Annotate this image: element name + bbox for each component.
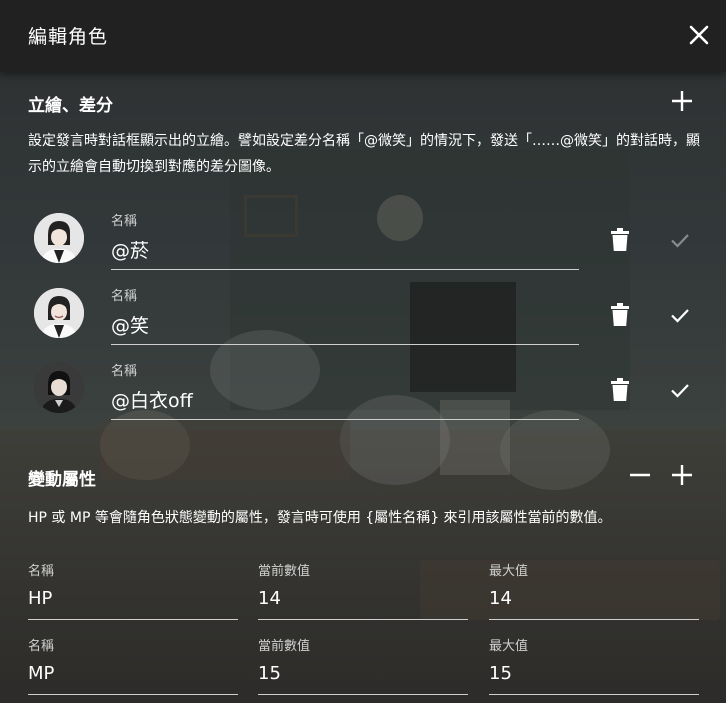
add-attribute-button[interactable]: [669, 462, 695, 488]
attributes-section-title: 變動屬性: [28, 470, 96, 490]
trash-icon: [611, 303, 629, 326]
trash-icon: [611, 378, 629, 401]
plus-icon: [672, 91, 692, 111]
minus-icon: [630, 473, 650, 477]
attribute-max-input[interactable]: 15: [489, 663, 512, 684]
sprite-row: 名稱 @菸: [0, 200, 726, 275]
plus-icon: [672, 465, 692, 485]
confirm-sprite-button[interactable]: [668, 228, 692, 252]
input-underline: [28, 694, 238, 695]
check-icon: [671, 309, 689, 323]
close-icon: [689, 25, 709, 45]
sprite-avatar[interactable]: [34, 213, 84, 263]
attribute-current-input[interactable]: 14: [258, 588, 281, 609]
character-portrait-icon: [34, 363, 84, 413]
attributes-description: HP 或 MP 等會隨角色狀態變動的屬性，發言時可使用 {屬性名稱} 來引用該屬…: [28, 510, 612, 526]
sprite-name-input[interactable]: @菸: [111, 236, 149, 263]
input-underline: [111, 344, 579, 345]
character-portrait-icon: [34, 213, 84, 263]
sprite-name-input[interactable]: @白衣off: [111, 386, 193, 413]
sprite-row: 名稱 @笑: [0, 275, 726, 350]
dialog-title: 編輯角色: [28, 26, 109, 48]
input-underline: [489, 619, 699, 620]
input-underline: [28, 619, 238, 620]
sprite-avatar[interactable]: [34, 363, 84, 413]
dialog-header: 編輯角色: [0, 0, 726, 72]
input-underline: [258, 694, 468, 695]
attribute-name-label: 名稱: [28, 564, 55, 579]
confirm-sprite-button[interactable]: [668, 303, 692, 327]
input-underline: [111, 419, 579, 420]
input-underline: [111, 269, 579, 270]
attribute-max-input[interactable]: 14: [489, 588, 512, 609]
close-button[interactable]: [686, 22, 712, 48]
sprite-name-label: 名稱: [111, 364, 138, 379]
sprite-name-input[interactable]: @笑: [111, 311, 149, 338]
attribute-current-label: 當前數值: [258, 639, 311, 654]
check-icon: [671, 234, 689, 248]
confirm-sprite-button[interactable]: [668, 378, 692, 402]
sprite-row: 名稱 @白衣off: [0, 350, 726, 425]
attribute-name-input[interactable]: MP: [28, 663, 54, 684]
attribute-max-label: 最大值: [489, 639, 529, 654]
sprite-name-label: 名稱: [111, 214, 138, 229]
attribute-max-label: 最大值: [489, 564, 529, 579]
attribute-name-input[interactable]: HP: [28, 588, 52, 609]
attribute-name-label: 名稱: [28, 639, 55, 654]
sprite-name-label: 名稱: [111, 289, 138, 304]
attribute-current-label: 當前數值: [258, 564, 311, 579]
add-sprite-button[interactable]: [669, 88, 695, 114]
check-icon: [671, 384, 689, 398]
delete-sprite-button[interactable]: [610, 378, 630, 402]
character-portrait-icon: [34, 288, 84, 338]
input-underline: [258, 619, 468, 620]
delete-sprite-button[interactable]: [610, 303, 630, 327]
delete-sprite-button[interactable]: [610, 228, 630, 252]
input-underline: [489, 694, 699, 695]
trash-icon: [611, 228, 629, 251]
sprites-description: 設定發言時對話框顯示出的立繪。譬如設定差分名稱「@微笑」的情況下，發送「……@微…: [28, 133, 700, 175]
sprite-avatar[interactable]: [34, 288, 84, 338]
attribute-current-input[interactable]: 15: [258, 663, 281, 684]
remove-attribute-button[interactable]: [627, 462, 653, 488]
sprites-section-title: 立繪、差分: [28, 96, 113, 116]
